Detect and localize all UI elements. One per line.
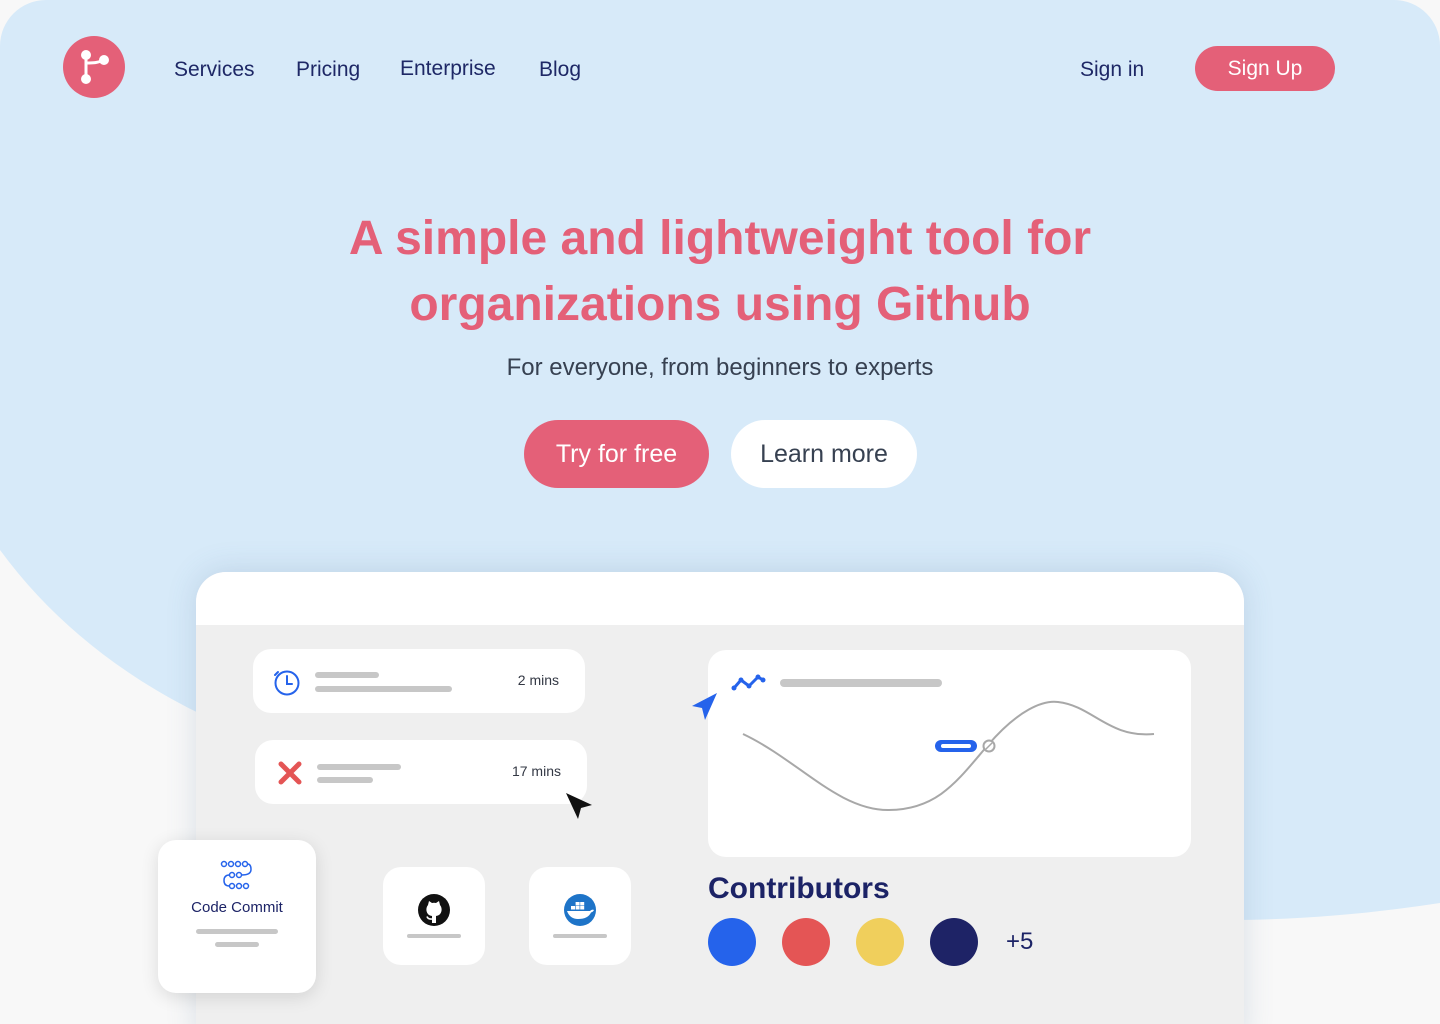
contributor-avatar[interactable] [856,918,904,966]
contributor-avatar[interactable] [782,918,830,966]
landing-page: Services Pricing Enterprise Blog Sign in… [0,0,1440,1024]
sign-up-button[interactable]: Sign Up [1195,46,1335,91]
learn-more-button[interactable]: Learn more [731,420,917,488]
job-detail-placeholder [317,777,373,783]
clock-icon [273,667,303,697]
code-commit-card[interactable]: Code Commit [158,840,316,993]
code-commit-label: Code Commit [191,899,283,916]
top-navigation: Services Pricing Enterprise Blog Sign in… [0,0,1440,140]
contributors-title: Contributors [708,872,890,905]
job-card[interactable]: 2 mins [253,649,585,713]
integration-label-placeholder [407,934,461,938]
activity-chart-card[interactable] [708,650,1191,857]
github-icon [417,893,451,927]
git-branch-icon [81,50,109,84]
failed-x-icon [275,758,305,788]
chart-line [742,700,1155,812]
integration-label-placeholder [553,934,607,938]
more-contributors-count[interactable]: +5 [1006,926,1033,958]
chart-title-placeholder [780,679,942,687]
logo[interactable] [63,36,125,98]
hero-subtitle: For everyone, from beginners to experts [506,354,934,381]
sign-in-link[interactable]: Sign in [1080,56,1144,84]
hero-title: A simple and lightweight tool for organi… [220,206,1220,338]
job-card[interactable]: 17 mins [255,740,587,804]
github-integration-card[interactable] [383,867,485,965]
contributor-avatar[interactable] [930,918,978,966]
docker-icon [563,893,597,927]
hero-title-line-1: A simple and lightweight tool for [348,212,1092,265]
dashboard-preview: 2 mins 17 mins Contributors +5 [196,572,1244,1024]
nav-link-services[interactable]: Services [174,56,255,84]
nav-link-enterprise[interactable]: Enterprise [400,55,496,83]
job-duration: 2 mins [517,672,559,688]
contributor-avatar[interactable] [708,918,756,966]
job-title-placeholder [315,672,379,678]
dashboard-header [196,572,1244,625]
job-duration: 17 mins [511,763,561,779]
activity-chart [731,674,1155,812]
hero-title-line-2: organizations using Github [409,278,1031,331]
nav-link-blog[interactable]: Blog [539,56,581,84]
docker-integration-card[interactable] [529,867,631,965]
nav-link-pricing[interactable]: Pricing [296,56,360,84]
job-title-placeholder [317,764,401,770]
commit-detail-placeholder [215,942,259,947]
line-chart-icon [731,674,766,691]
job-detail-placeholder [315,686,452,692]
code-commit-icon [220,860,252,890]
try-for-free-button[interactable]: Try for free [524,420,709,488]
commit-detail-placeholder [196,929,278,934]
